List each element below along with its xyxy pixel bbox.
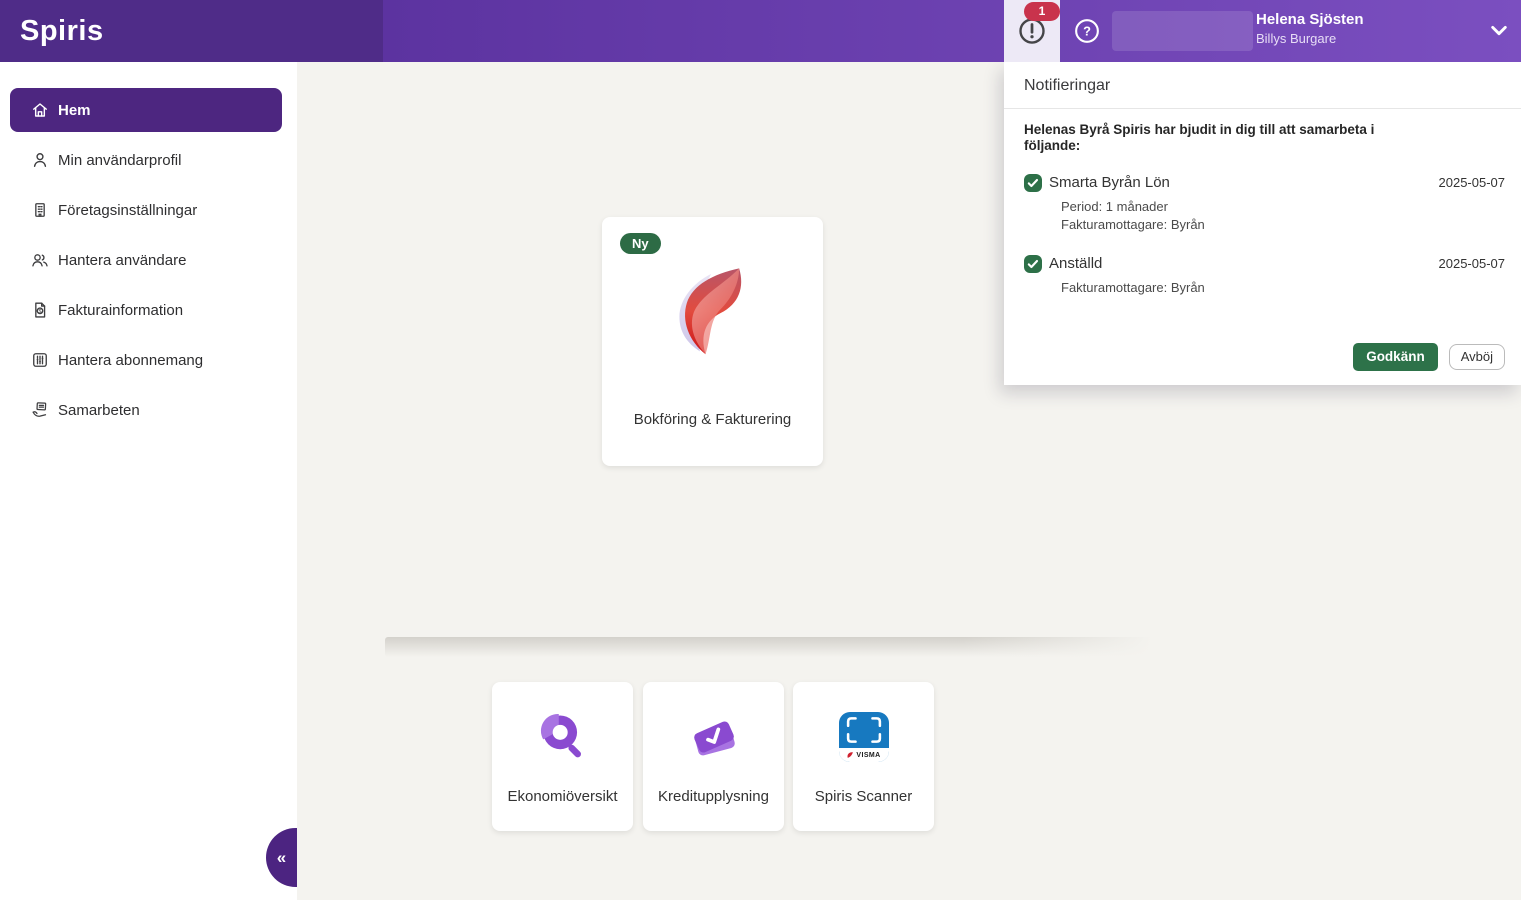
approve-button[interactable]: Godkänn bbox=[1353, 343, 1438, 371]
notification-item-detail: Fakturamottagare: Byrån bbox=[1061, 216, 1505, 234]
sidebar-item-hantera-abonnemang[interactable]: Hantera abonnemang bbox=[10, 338, 282, 382]
header-toolbar: 1 ? Helena Sjösten Billys Burgare bbox=[383, 0, 1521, 62]
app-card-label: Bokföring & Fakturering bbox=[602, 411, 823, 428]
app-card-ekonomioversikt[interactable]: Ekonomiöversikt bbox=[492, 682, 633, 831]
sidebar-item-hantera-anvandare[interactable]: Hantera användare bbox=[10, 238, 282, 282]
notifications-title: Notifieringar bbox=[1004, 62, 1521, 108]
notification-item-date: 2025-05-07 bbox=[1439, 255, 1506, 273]
app-card-label: Kreditupplysning bbox=[643, 788, 784, 805]
app-card-label: Ekonomiöversikt bbox=[492, 788, 633, 805]
notification-item-detail: Period: 1 månader bbox=[1061, 198, 1505, 216]
sidebar-item-hem[interactable]: Hem bbox=[10, 88, 282, 132]
question-circle-icon: ? bbox=[1073, 17, 1101, 45]
user-menu[interactable]: Helena Sjösten Billys Burgare bbox=[1256, 10, 1364, 47]
sidebar-item-label: Företagsinställningar bbox=[58, 202, 197, 219]
notifications-button[interactable]: 1 bbox=[1004, 0, 1060, 62]
sidebar-item-label: Fakturainformation bbox=[58, 302, 183, 319]
sidebar-item-fakturainformation[interactable]: $ Fakturainformation bbox=[10, 288, 282, 332]
app-card-bokforing-fakturering[interactable]: Ny Bokföring & Fakturering bbox=[602, 217, 823, 466]
new-badge: Ny bbox=[620, 233, 661, 254]
svg-text:$: $ bbox=[38, 309, 41, 315]
sidebar-item-label: Hantera användare bbox=[58, 252, 186, 269]
app-root: Spiris 1 ? Helena Sjösten Bill bbox=[0, 0, 1521, 900]
notification-item: Anställd 2025-05-07 Fakturamottagare: By… bbox=[1024, 255, 1505, 297]
decline-button[interactable]: Avböj bbox=[1449, 344, 1505, 370]
notification-item-date: 2025-05-07 bbox=[1439, 174, 1506, 192]
collaboration-icon bbox=[30, 400, 50, 420]
app-logo: Spiris bbox=[20, 0, 104, 62]
building-icon bbox=[30, 200, 50, 220]
notification-count-badge: 1 bbox=[1024, 2, 1060, 21]
credit-check-icon bbox=[684, 707, 744, 767]
user-name: Helena Sjösten bbox=[1256, 10, 1364, 30]
app-card-spiris-scanner[interactable]: VISMA Spiris Scanner bbox=[793, 682, 934, 831]
header-brand-area: Spiris bbox=[0, 0, 383, 62]
invoice-icon: $ bbox=[30, 300, 50, 320]
scan-frame-icon bbox=[839, 712, 889, 748]
sidebar-item-label: Samarbeten bbox=[58, 402, 140, 419]
pie-magnifier-icon bbox=[533, 707, 593, 767]
sidebar-item-label: Min användarprofil bbox=[58, 152, 181, 169]
scanner-brand-text: VISMA bbox=[856, 752, 880, 759]
chevron-down-icon bbox=[1488, 22, 1510, 40]
collapse-chevrons-icon: « bbox=[277, 848, 286, 868]
user-menu-highlight[interactable] bbox=[1112, 11, 1253, 51]
sidebar-item-min-anvandarprofil[interactable]: Min användarprofil bbox=[10, 138, 282, 182]
notification-item: Smarta Byrån Lön 2025-05-07 Period: 1 må… bbox=[1024, 174, 1505, 234]
notification-item-title: Anställd bbox=[1049, 255, 1102, 273]
check-badge-icon bbox=[1024, 174, 1042, 192]
visma-mini-flame-icon bbox=[846, 751, 854, 759]
user-icon bbox=[30, 150, 50, 170]
sidebar-item-label: Hem bbox=[58, 102, 91, 119]
app-card-label: Spiris Scanner bbox=[793, 788, 934, 805]
visma-flame-logo-icon bbox=[657, 259, 769, 371]
users-icon bbox=[30, 250, 50, 270]
app-card-kreditupplysning[interactable]: Kreditupplysning bbox=[643, 682, 784, 831]
svg-text:?: ? bbox=[1083, 24, 1091, 39]
home-icon bbox=[30, 100, 50, 120]
scanner-app-icon: VISMA bbox=[839, 712, 889, 762]
sliders-icon bbox=[30, 350, 50, 370]
sidebar-item-samarbeten[interactable]: Samarbeten bbox=[10, 388, 282, 432]
sidebar-item-label: Hantera abonnemang bbox=[58, 352, 203, 369]
top-header: Spiris 1 ? Helena Sjösten Bill bbox=[0, 0, 1521, 62]
sidebar-item-foretagsinstallningar[interactable]: Företagsinställningar bbox=[10, 188, 282, 232]
sidebar-collapse-button[interactable]: « bbox=[266, 828, 297, 887]
notification-message: Helenas Byrå Spiris har bjudit in dig ti… bbox=[1024, 122, 1389, 153]
section-divider-shadow bbox=[385, 637, 1152, 657]
notification-item-title: Smarta Byrån Lön bbox=[1049, 174, 1170, 192]
user-menu-toggle[interactable] bbox=[1488, 22, 1510, 40]
check-badge-icon bbox=[1024, 255, 1042, 273]
notification-item-detail: Fakturamottagare: Byrån bbox=[1061, 279, 1505, 297]
user-company: Billys Burgare bbox=[1256, 30, 1364, 47]
sidebar: Hem Min användarprofil Företagsinställni… bbox=[0, 62, 297, 900]
notifications-panel: Notifieringar Helenas Byrå Spiris har bj… bbox=[1004, 62, 1521, 385]
help-button[interactable]: ? bbox=[1073, 17, 1101, 45]
